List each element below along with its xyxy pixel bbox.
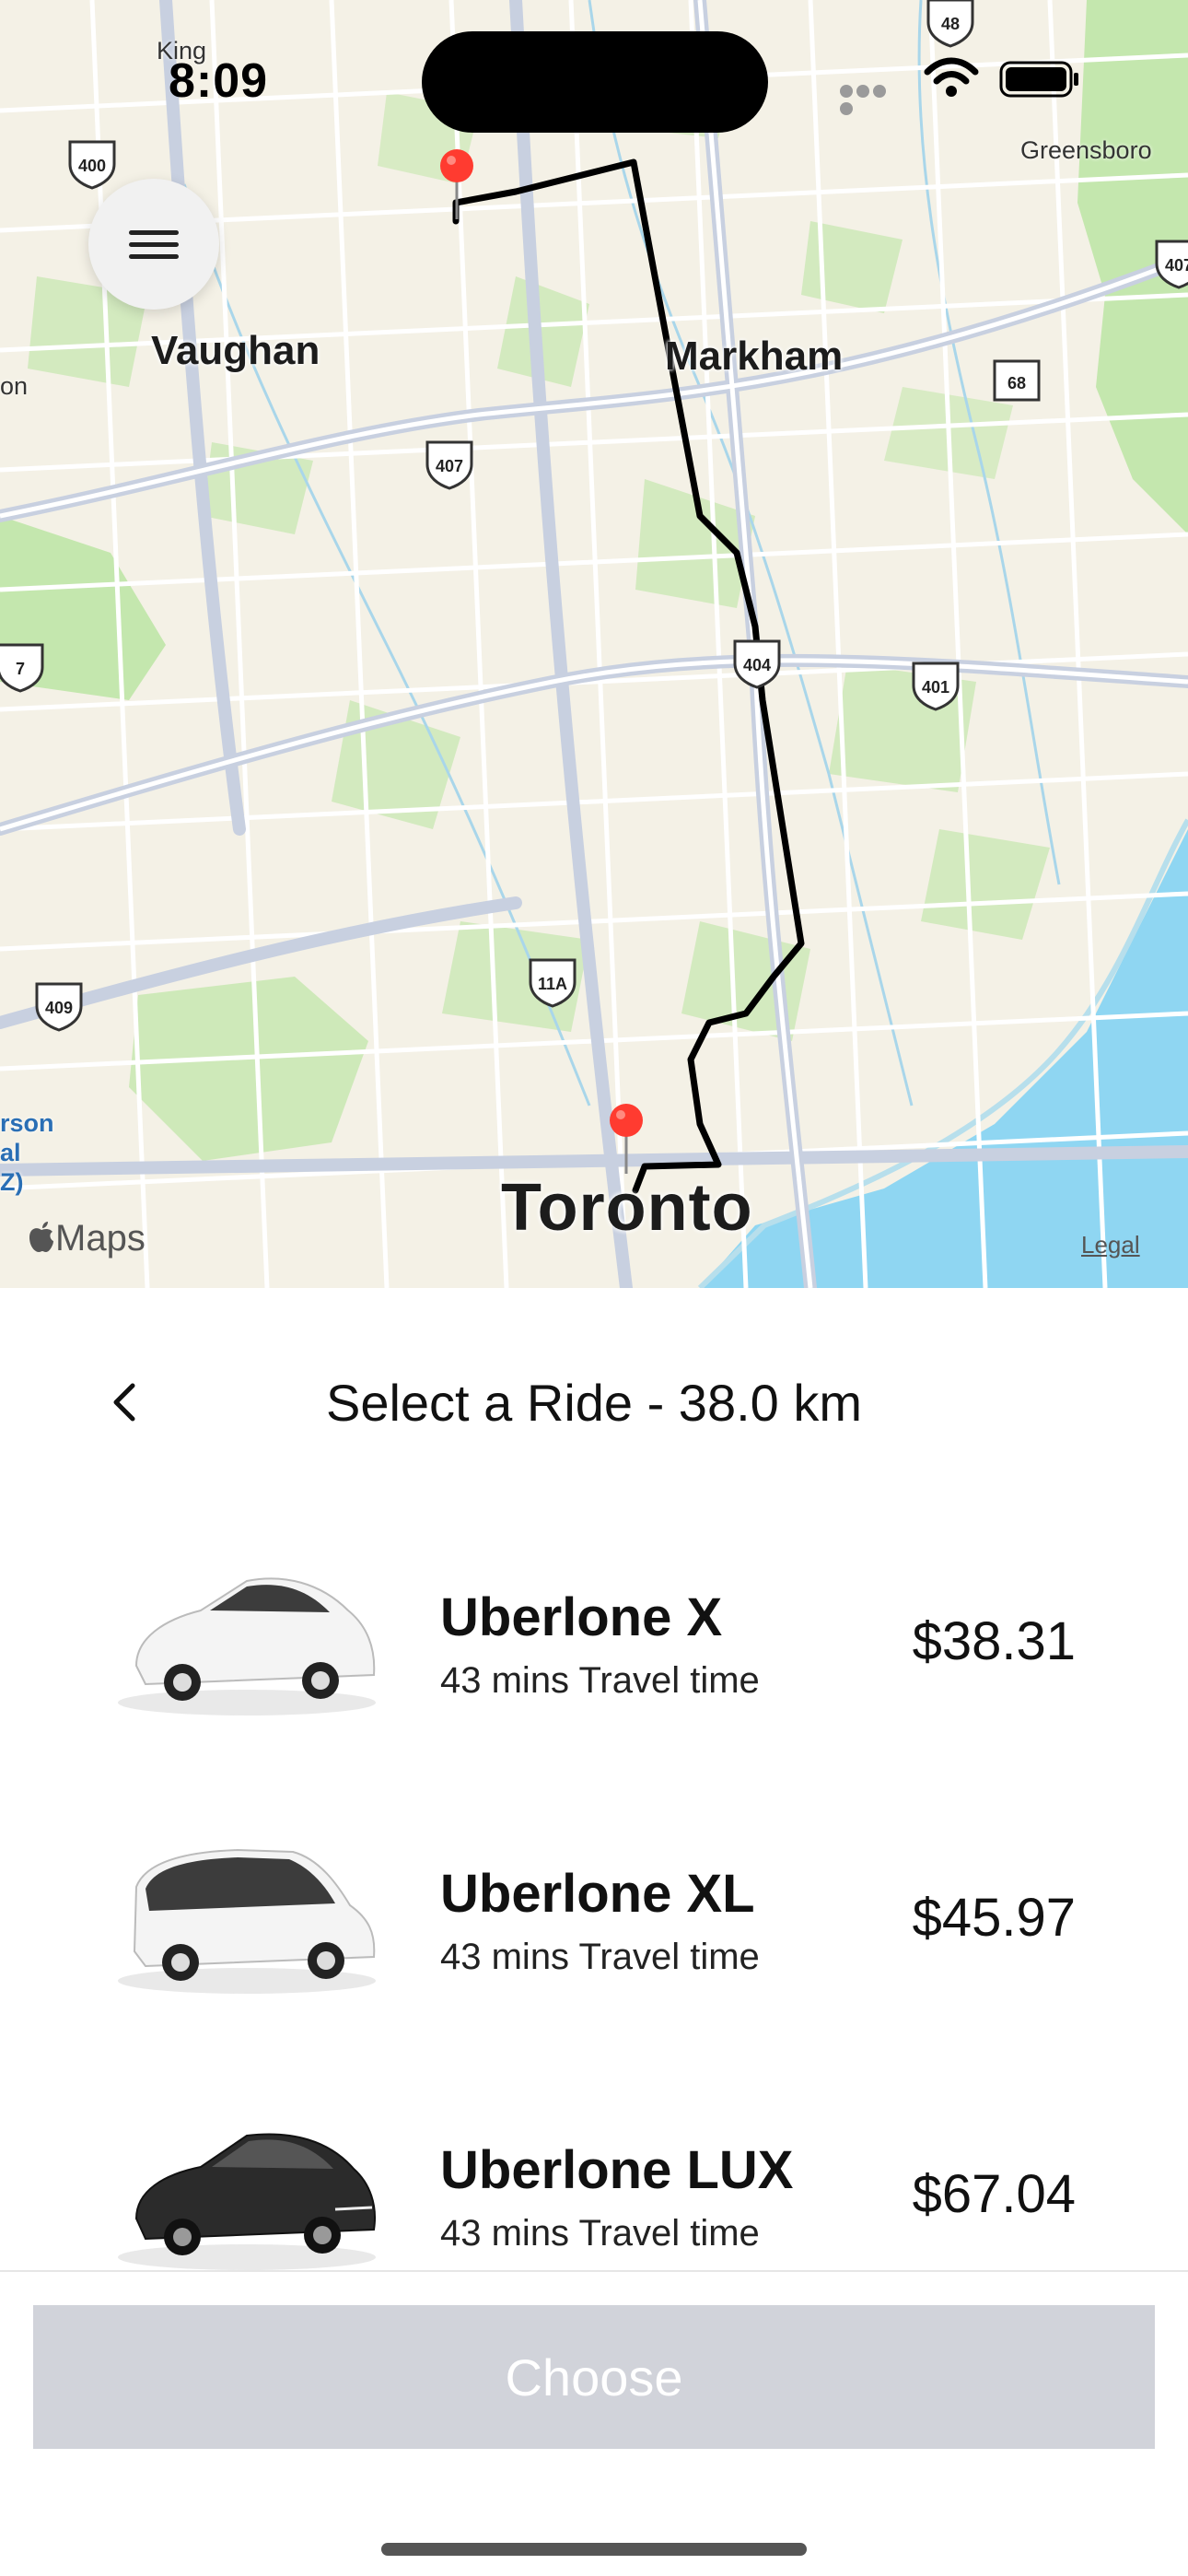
highway-shield-icon: 409 [33,978,85,1032]
ride-option-xl[interactable]: Uberlone XL 43 mins Travel time $45.97 [0,1795,1188,2071]
highway-shield-icon: 401 [910,658,961,711]
highway-shield-icon: 407 [424,437,475,490]
map-pin-icon[interactable] [606,1102,646,1176]
map-label-greensboro: Greensboro [1020,136,1152,164]
ride-travel-time: 43 mins Travel time [440,1660,760,1701]
ride-name: Uberlone LUX [440,2140,794,2200]
highway-shield-icon: 68 [991,354,1042,407]
battery-icon [999,61,1080,98]
map-label-edge-z: Z) [0,1168,24,1196]
apple-logo-icon [28,1221,55,1254]
car-icon [109,1546,385,1730]
legal-link[interactable]: Legal [1081,1231,1140,1259]
ride-travel-time: 43 mins Travel time [440,1937,760,1977]
ride-travel-time: 43 mins Travel time [440,2213,760,2254]
map-label-toronto: Toronto [501,1171,753,1245]
status-time: 8:09 [169,54,269,108]
highway-shield-icon: 400 [66,136,118,190]
hamburger-menu-icon [129,223,179,266]
highway-shield-icon: 7 [0,639,46,693]
ride-price: $38.31 [912,1611,1076,1671]
car-icon [109,1822,385,2007]
highway-shield-icon: 48 [925,0,976,48]
map-pin-icon[interactable] [437,147,477,221]
dynamic-island [422,31,768,133]
divider [0,2270,1188,2272]
map-label-edge-al: al [0,1139,21,1166]
ride-name: Uberlone XL [440,1864,755,1924]
ride-name: Uberlone X [440,1587,723,1647]
choose-button[interactable]: Choose [33,2305,1155,2449]
map-label-edge-rson: rson [0,1109,54,1137]
highway-shield-icon: 407 [1153,236,1188,289]
map-label-vaughan: Vaughan [151,328,320,373]
home-indicator[interactable] [381,2543,807,2556]
highway-shield-icon: 11A [527,954,578,1008]
maps-attribution: Maps [28,1218,146,1259]
panel-title: Select a Ride - 38.0 km [325,1374,863,1432]
map-label-markham: Markham [665,334,844,379]
ride-option-x[interactable]: Uberlone X 43 mins Travel time $38.31 [0,1518,1188,1795]
map-view[interactable]: King Greensboro Vaughan Markham Toronto … [0,0,1188,1288]
ride-selection-panel: Select a Ride - 38.0 km Uberlone X 43 mi… [0,1288,1188,2576]
cellular-signal-icon [840,85,904,115]
map-label-edge-on: on [0,372,29,400]
menu-button[interactable] [88,179,219,310]
ride-price: $67.04 [912,2164,1076,2224]
car-icon [109,2099,385,2283]
ride-price: $45.97 [912,1888,1076,1948]
highway-shield-icon: 404 [731,636,783,689]
wifi-icon [924,57,979,98]
